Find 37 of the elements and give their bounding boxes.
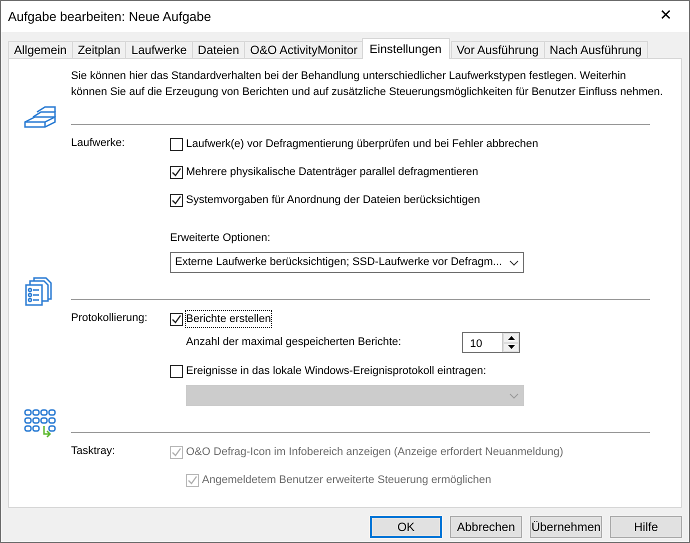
caret-icon [509, 260, 519, 266]
tab[interactable]: Vor Ausführung [450, 41, 545, 59]
checkbox-label[interactable]: Ereignisse in das lokale Windows-Ereignisprotokoll eintragen: [186, 362, 486, 380]
dropdown-value: Externe Laufwerke berücksichtigen; SSD-Laufwerke vor Defragm... [175, 255, 502, 270]
checkbox-label[interactable]: Laufwerk(e) vor Defragmentierung überprüfen und bei Fehler abbrechen [186, 136, 538, 152]
number-field[interactable]: 10 [462, 332, 520, 353]
dialog-button[interactable]: OK [370, 516, 442, 538]
dropdown[interactable]: Externe Laufwerke berücksichtigen; SSD-Laufwerke vor Defragm... [170, 252, 524, 273]
checkbox-label[interactable]: Systemvorgaben für Anordnung der Dateien berücksichtigen [186, 192, 480, 208]
checkbox[interactable] [170, 166, 183, 178]
section-label: Tasktray: [71, 444, 116, 457]
close-button[interactable]: ✕ [643, 1, 689, 32]
dialog-button[interactable]: Hilfe [610, 516, 682, 538]
spin-up-button[interactable] [503, 333, 519, 342]
tab[interactable]: Allgemein [8, 41, 73, 59]
tab[interactable]: Nach Ausführung [544, 41, 648, 59]
section-label: Protokollierung: [71, 311, 148, 324]
checkbox[interactable] [170, 312, 183, 326]
tab[interactable]: Einstellungen [362, 38, 450, 59]
field-label: Erweiterte Optionen: [170, 230, 270, 246]
checkbox[interactable] [170, 364, 183, 378]
checkbox-label[interactable]: Mehrere physikalische Datenträger parallel defragmentieren [186, 164, 478, 180]
window-title: Aufgabe bearbeiten: Neue Aufgabe [8, 8, 212, 26]
grid-icon [23, 408, 57, 440]
intro-text: Sie können hier das Standardverhalten bei der Behandlung unterschiedlicher Laufwerkstypen festlegen. Weiterhin können Sie auf die Erzeugung von Berichten und auf zusätzliche Steuerungsmöglichkeiten für Benutzer Einfluss nehmen. [71, 69, 664, 100]
tab[interactable]: Zeitplan [72, 41, 126, 59]
caret-icon [509, 392, 519, 398]
checkbox-label[interactable]: Berichte erstellen [186, 310, 271, 328]
section-label: Laufwerke: [71, 136, 125, 149]
tab[interactable]: O&O ActivityMonitor [244, 41, 364, 59]
checkbox[interactable] [170, 194, 183, 206]
field-label: Anzahl der maximal gespeicherten Berichte: [186, 335, 402, 350]
down-arrow-icon [508, 345, 514, 350]
dialog-button[interactable]: Übernehmen [530, 516, 602, 538]
dialog-button[interactable]: Abbrechen [450, 516, 522, 538]
up-arrow-icon [508, 336, 514, 340]
checkbox[interactable] [170, 138, 183, 150]
